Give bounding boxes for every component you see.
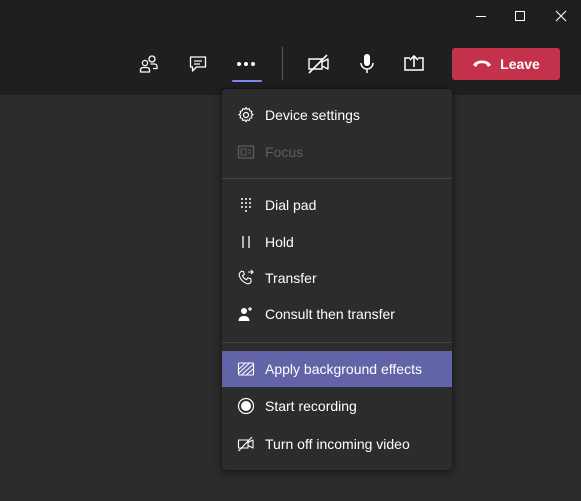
gear-icon — [236, 105, 256, 125]
share-screen-icon — [404, 54, 424, 71]
microphone-icon — [360, 54, 374, 73]
minimize-icon — [476, 16, 486, 17]
focus-icon — [236, 142, 256, 162]
chat-button[interactable] — [180, 46, 216, 82]
menu-item-label: Transfer — [265, 270, 317, 286]
record-icon — [236, 396, 256, 416]
dial-pad-icon — [236, 195, 256, 215]
more-actions-active-indicator — [232, 80, 262, 82]
menu-item-label: Apply background effects — [265, 361, 422, 377]
chat-icon — [189, 56, 207, 72]
camera-off-icon — [308, 54, 329, 74]
leave-button-label: Leave — [500, 56, 540, 72]
background-effects-icon — [236, 359, 256, 379]
maximize-button[interactable] — [500, 0, 540, 32]
minimize-button[interactable] — [461, 0, 501, 32]
share-screen-button[interactable] — [396, 46, 432, 82]
camera-toggle-button[interactable] — [301, 46, 337, 82]
hang-up-icon — [473, 60, 492, 67]
participants-icon — [139, 55, 158, 73]
hold-icon — [236, 232, 256, 252]
microphone-button[interactable] — [349, 46, 385, 82]
more-actions-button[interactable] — [228, 46, 264, 82]
menu-item-turn-off-incoming-video[interactable]: Turn off incoming video — [222, 426, 452, 462]
close-icon — [555, 10, 567, 22]
menu-divider — [222, 342, 452, 343]
menu-item-label: Device settings — [265, 107, 360, 123]
more-actions-icon — [237, 62, 255, 66]
menu-item-label: Consult then transfer — [265, 306, 395, 322]
participants-button[interactable] — [131, 46, 167, 82]
title-bar — [0, 0, 581, 32]
video-off-icon — [236, 434, 256, 454]
menu-item-label: Turn off incoming video — [265, 436, 410, 452]
menu-item-apply-background-effects[interactable]: Apply background effects — [222, 351, 452, 387]
menu-item-dial-pad[interactable]: Dial pad — [222, 187, 452, 223]
consult-transfer-icon — [236, 304, 256, 324]
toolbar-divider — [282, 47, 283, 80]
menu-item-label: Focus — [265, 144, 304, 160]
menu-item-transfer[interactable]: Transfer — [222, 260, 452, 296]
menu-item-label: Start recording — [265, 398, 357, 414]
maximize-icon — [515, 11, 525, 21]
menu-item-focus: Focus — [222, 134, 452, 170]
close-button[interactable] — [541, 0, 581, 32]
transfer-icon — [236, 268, 256, 288]
menu-item-label: Dial pad — [265, 197, 317, 213]
more-actions-menu: Device settings Focus Dial pad Hold Tran… — [222, 89, 452, 470]
menu-divider — [222, 178, 452, 179]
menu-item-device-settings[interactable]: Device settings — [222, 97, 452, 133]
menu-item-consult-then-transfer[interactable]: Consult then transfer — [222, 296, 452, 332]
menu-item-label: Hold — [265, 234, 294, 250]
leave-button[interactable]: Leave — [452, 48, 560, 80]
menu-item-hold[interactable]: Hold — [222, 224, 452, 260]
menu-item-start-recording[interactable]: Start recording — [222, 388, 452, 424]
